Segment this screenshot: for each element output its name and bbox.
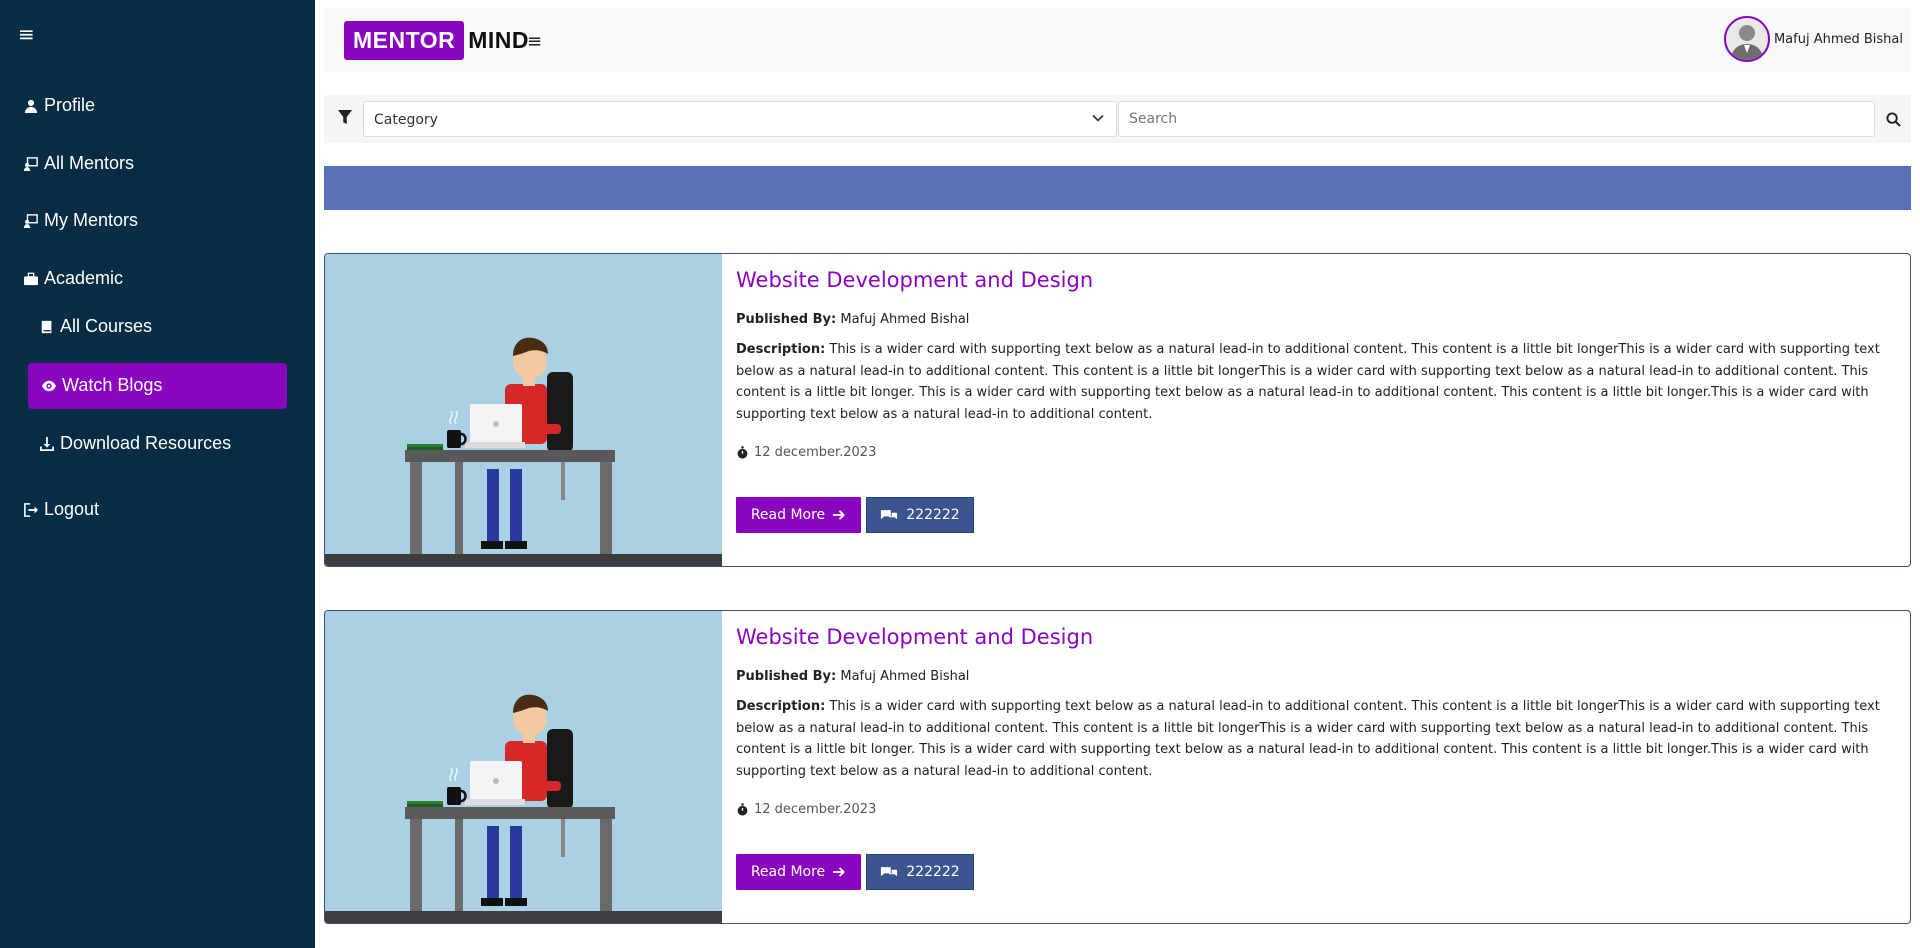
sidebar-item-academic[interactable]: Academic [24,268,123,289]
read-more-label: Read More [750,864,826,880]
top-navbar: MENTOR MIND ≡ Mafuj Ahmed Bishal [324,8,1911,72]
blog-date: 12 december.2023 [736,802,876,817]
blog-author: Mafuj Ahmed Bishal [840,669,970,684]
comments-button[interactable]: 222222 [866,854,974,890]
arrow-right-icon [833,510,846,520]
comments-count: 222222 [906,507,960,523]
blog-description: Description: This is a wider card with s… [736,696,1886,782]
blog-description: Description: This is a wider card with s… [736,339,1886,425]
blog-author-line: Published By: Mafuj Ahmed Bishal [736,669,969,684]
avatar[interactable] [1723,16,1770,62]
read-more-label: Read More [750,507,826,523]
comments-count: 222222 [906,864,960,880]
sidebar-item-all-courses[interactable]: All Courses [40,316,152,337]
user-icon [24,99,38,113]
blog-author: Mafuj Ahmed Bishal [840,312,970,327]
blog-author-line: Published By: Mafuj Ahmed Bishal [736,312,969,327]
blog-date-text: 12 december.2023 [754,445,877,460]
sidebar-item-my-mentors[interactable]: My Mentors [24,210,138,231]
sidebar-item-label: All Courses [60,316,153,336]
read-more-button[interactable]: Read More [736,497,861,533]
stopwatch-icon [737,446,748,459]
arrow-right-icon [833,867,846,877]
search-button[interactable] [1877,101,1909,137]
briefcase-icon [24,272,38,285]
category-select-value: Category [374,112,438,128]
user-name: Mafuj Ahmed Bishal [1773,31,1903,47]
filter-icon[interactable] [338,110,352,124]
category-select[interactable]: Category [363,101,1117,137]
stopwatch-icon [737,803,748,816]
logout-icon [24,502,38,517]
banner [324,166,1911,210]
sidebar-item-all-mentors[interactable]: All Mentors [24,153,134,174]
sidebar-item-label: Logout [44,499,100,519]
comments-button[interactable]: 222222 [866,497,974,533]
sidebar-item-label: All Mentors [44,153,135,173]
blog-card: Website Development and Design Published… [324,610,1911,924]
chalkboard-icon [24,213,38,228]
filter-bar: Category [324,95,1911,143]
blog-title[interactable]: Website Development and Design [736,268,1093,292]
brand-part-2: MIND [468,27,530,53]
sidebar-item-label: Download Resources [60,433,232,453]
comments-icon [881,509,898,519]
sidebar-item-download-resources[interactable]: Download Resources [40,433,231,454]
comments-icon [881,866,898,876]
sidebar-item-label: Watch Blogs [62,375,163,395]
blog-image [325,254,722,566]
chalkboard-icon [24,156,38,171]
blog-image [325,611,722,923]
sidebar-item-label: My Mentors [44,210,139,230]
chevron-down-icon [1092,114,1104,122]
blog-card: Website Development and Design Published… [324,253,1911,567]
brand-part-1: MENTOR [344,21,465,60]
read-more-button[interactable]: Read More [736,854,861,890]
search-icon [1885,111,1901,127]
eye-icon [42,380,56,391]
sidebar-item-label: Profile [44,95,96,115]
description-label: Description: [736,699,826,714]
blog-date-text: 12 december.2023 [754,802,877,817]
sidebar-item-label: Academic [44,268,124,288]
description-label: Description: [736,342,826,357]
sidebar-item-profile[interactable]: Profile [24,95,95,116]
blog-date: 12 december.2023 [736,445,876,460]
blog-title[interactable]: Website Development and Design [736,625,1093,649]
blog-description-text: This is a wider card with supporting tex… [736,699,1880,779]
main-content: MENTOR MIND ≡ Mafuj Ahmed Bishal Categor… [315,0,1920,948]
hamburger-menu-icon[interactable]: ≡ [18,24,35,44]
sidebar-item-watch-blogs[interactable]: Watch Blogs [42,375,162,396]
published-by-label: Published By: [736,312,837,327]
user-profile[interactable]: Mafuj Ahmed Bishal [1723,16,1903,62]
search-input[interactable] [1118,101,1875,137]
blog-description-text: This is a wider card with supporting tex… [736,342,1880,422]
sidebar: ≡ Profile All Mentors My Mentors Academi… [0,0,315,948]
download-icon [40,436,54,451]
book-icon [41,320,52,333]
sidebar-item-logout[interactable]: Logout [24,499,99,520]
brand-logo[interactable]: MENTOR MIND [344,21,529,60]
published-by-label: Published By: [736,669,837,684]
hamburger-menu-icon[interactable]: ≡ [527,31,542,52]
